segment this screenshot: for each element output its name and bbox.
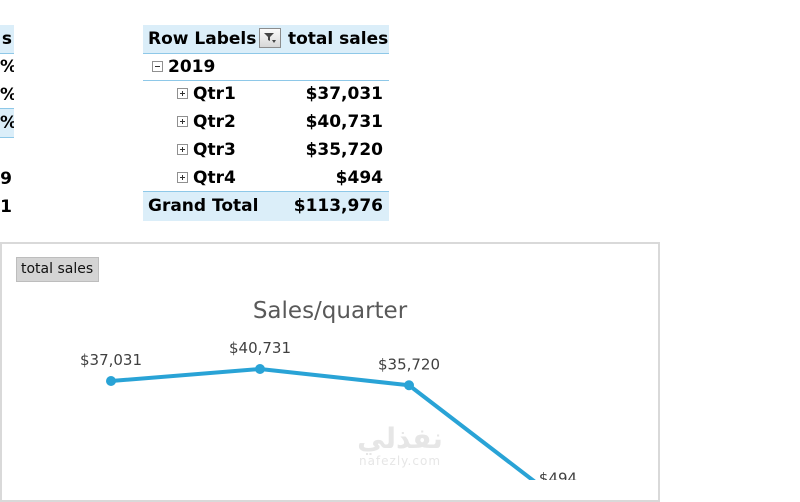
watermark-latin: nafezly.com [358, 454, 442, 468]
data-label: $37,031 [80, 351, 142, 369]
series-line[interactable] [110, 367, 558, 480]
data-label: $40,731 [229, 339, 291, 357]
watermark-arabic: نفذلي [357, 422, 443, 455]
data-label: $494 [539, 469, 577, 480]
line-chart-plot: $37,031 $40,731 $35,720 $494 [80, 339, 577, 480]
data-point[interactable] [404, 380, 414, 391]
data-point[interactable] [255, 364, 265, 374]
watermark: نفذلي nafezly.com [350, 422, 450, 469]
data-point[interactable] [106, 376, 116, 386]
data-label: $35,720 [378, 355, 440, 373]
